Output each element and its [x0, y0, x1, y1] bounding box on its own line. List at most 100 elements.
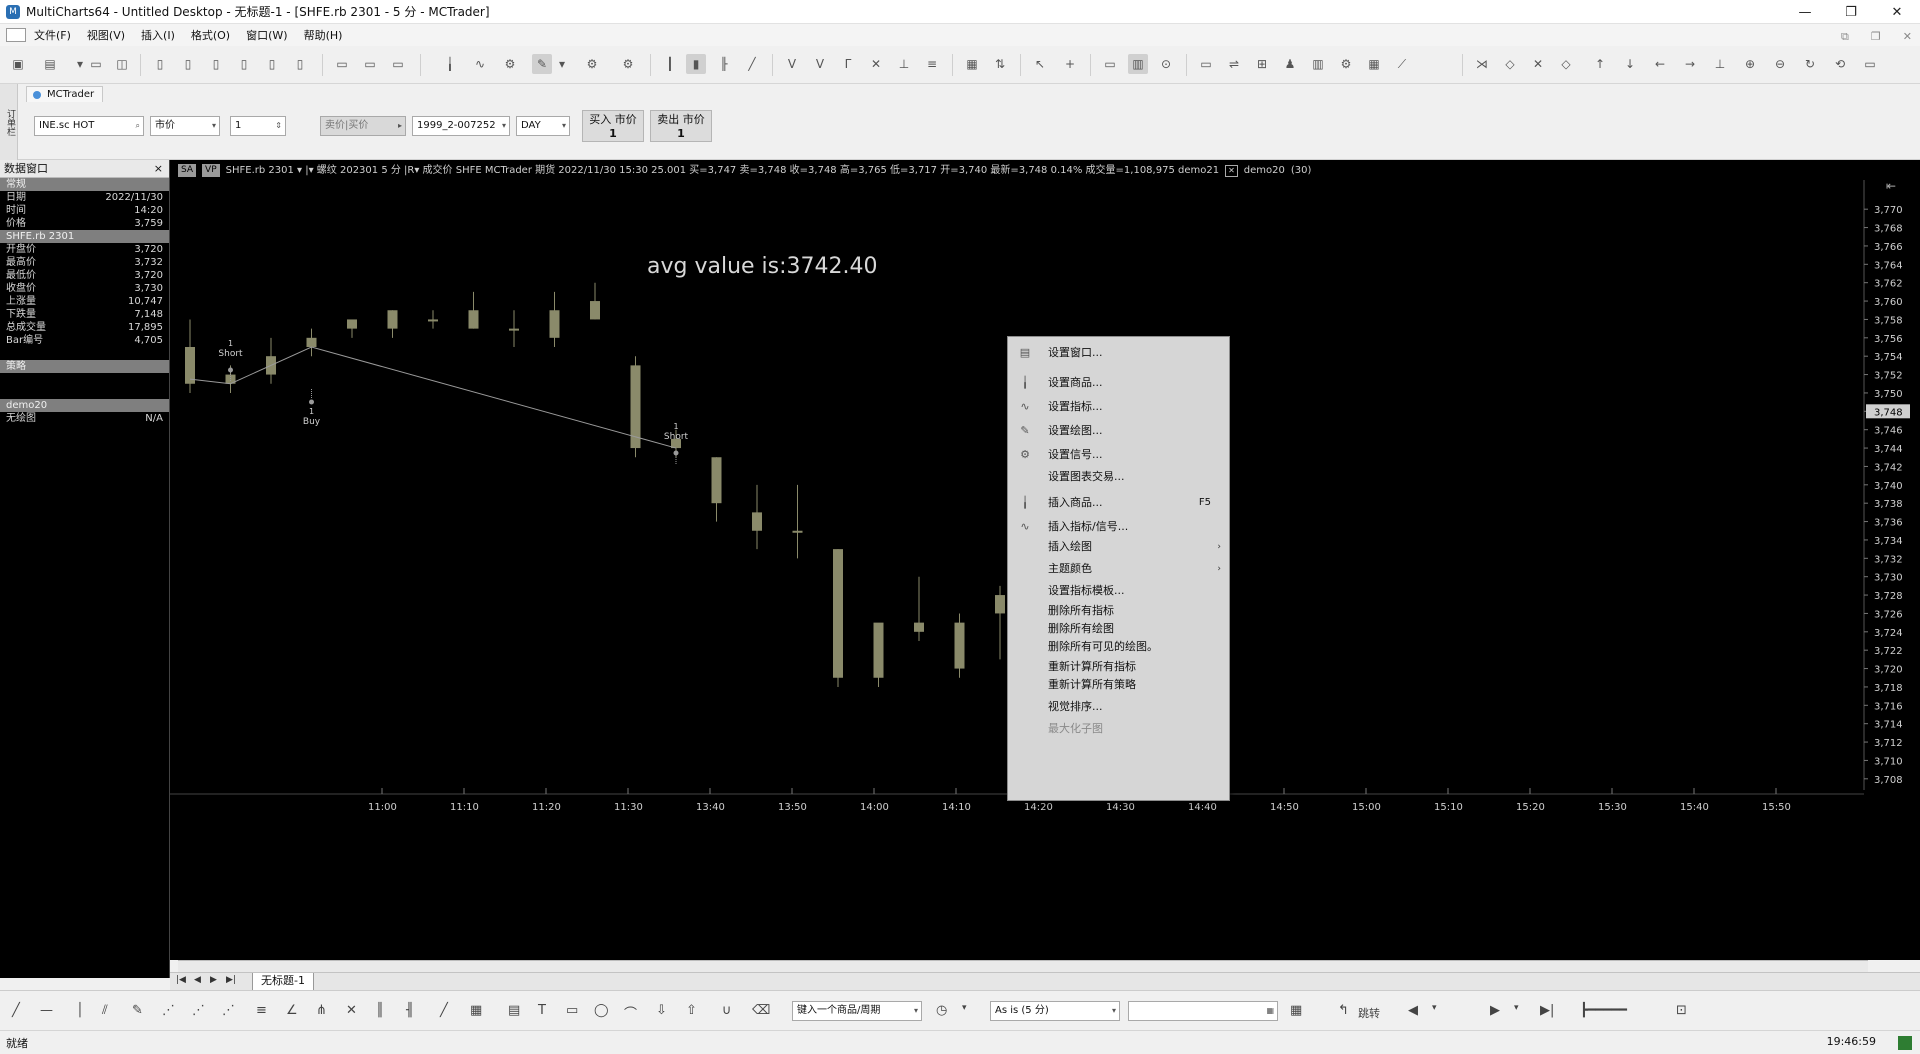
- zoom-in-x-icon[interactable]: ◇: [1500, 54, 1520, 74]
- tool-p-icon[interactable]: ▥: [1308, 54, 1328, 74]
- refresh-icon[interactable]: ↻: [1800, 54, 1820, 74]
- save-icon[interactable]: ▭: [86, 54, 106, 74]
- account-window-icon[interactable]: ▯: [262, 54, 282, 74]
- arrow-left-icon[interactable]: ←: [1650, 54, 1670, 74]
- data-window-section[interactable]: demo20: [0, 399, 169, 412]
- tool-l-icon[interactable]: ▭: [1196, 54, 1216, 74]
- magnet-icon[interactable]: ∪: [722, 1003, 732, 1018]
- tool-d-icon[interactable]: ✕: [866, 54, 886, 74]
- horizontal-line-icon[interactable]: —: [40, 1003, 53, 1018]
- tool-i-icon[interactable]: ▭: [1100, 54, 1120, 74]
- fan2-icon[interactable]: ⋰: [192, 1003, 205, 1018]
- new-workspace-icon[interactable]: ▣: [8, 54, 28, 74]
- format-icon[interactable]: ⚙: [618, 54, 638, 74]
- context-menu-item[interactable]: 插入绘图 ›: [1008, 537, 1229, 557]
- dropdown-icon[interactable]: ▾: [552, 54, 572, 74]
- rectangle-icon[interactable]: ▭: [566, 1003, 578, 1018]
- tool-a-icon[interactable]: V: [782, 54, 802, 74]
- tool-n-icon[interactable]: ⊞: [1252, 54, 1272, 74]
- arrow-down-icon[interactable]: ↓: [1620, 54, 1640, 74]
- symbol-input[interactable]: INE.sc HOT ⌕: [34, 116, 144, 136]
- jump-button[interactable]: 跳转: [1358, 1005, 1380, 1021]
- context-menu-item[interactable]: 删除所有可见的绘图。: [1008, 637, 1229, 657]
- new-window-icon[interactable]: ▤: [40, 54, 60, 74]
- next-sheet-icon[interactable]: ▶: [210, 975, 217, 985]
- zoom-out-icon[interactable]: ⊖: [1770, 54, 1790, 74]
- order-type-select[interactable]: 市价 ▾: [150, 116, 220, 136]
- sell-market-button[interactable]: 卖出 市价 1: [650, 110, 712, 142]
- eraser-icon[interactable]: ⌫: [752, 1003, 770, 1018]
- line-tool-icon[interactable]: ╱: [12, 1003, 20, 1018]
- tool-q-icon[interactable]: ⚙: [1336, 54, 1356, 74]
- first-sheet-icon[interactable]: |◀: [176, 975, 186, 985]
- context-menu-item[interactable]: 重新计算所有策略: [1008, 675, 1229, 695]
- tool-k-icon[interactable]: ⊙: [1156, 54, 1176, 74]
- scroll-left-icon[interactable]: ◀: [1408, 1003, 1418, 1018]
- export-icon[interactable]: ▭: [388, 54, 408, 74]
- tool-w-icon[interactable]: ▭: [1860, 54, 1880, 74]
- table-icon[interactable]: ▦: [1290, 1003, 1302, 1018]
- menu-view[interactable]: 视图(V): [79, 27, 133, 43]
- tool-j-icon[interactable]: ▥: [1128, 54, 1148, 74]
- vertical-line-icon[interactable]: │: [76, 1003, 84, 1018]
- context-menu-item[interactable]: ╽ 设置商品...: [1008, 373, 1229, 393]
- line-chart-icon[interactable]: ╱: [742, 54, 762, 74]
- regression-icon[interactable]: ╱: [440, 1003, 448, 1018]
- candlestick-icon[interactable]: ▮: [686, 54, 706, 74]
- data-window-section[interactable]: 常规: [0, 178, 169, 191]
- text-icon[interactable]: T: [538, 1003, 546, 1018]
- report-window-icon[interactable]: ▯: [290, 54, 310, 74]
- menu-format[interactable]: 格式(O): [183, 27, 238, 43]
- crosshair-icon[interactable]: +: [1060, 54, 1080, 74]
- horizontal-scrollbar[interactable]: [178, 960, 1868, 972]
- tool-v-icon[interactable]: ⊥: [1710, 54, 1730, 74]
- data-window-section[interactable]: SHFE.rb 2301: [0, 230, 169, 243]
- insert-indicator-icon[interactable]: ∿: [470, 54, 490, 74]
- context-menu-item[interactable]: ⚙ 设置信号...: [1008, 445, 1229, 465]
- context-menu-item[interactable]: 设置指标模板...: [1008, 581, 1229, 601]
- arrow-up-icon[interactable]: ↑: [1590, 54, 1610, 74]
- sheet-tab[interactable]: 无标题-1: [252, 973, 314, 991]
- chevron-down-icon[interactable]: ▾: [1514, 1003, 1519, 1013]
- image-icon[interactable]: ▭: [332, 54, 352, 74]
- context-menu-item[interactable]: ▤ 设置窗口...: [1008, 343, 1229, 363]
- vp-badge[interactable]: VP: [202, 164, 220, 177]
- indicator-toggle-icon[interactable]: ✕: [1225, 165, 1238, 177]
- mdi-restore-icon[interactable]: ⧉: [1841, 30, 1849, 44]
- gann-icon[interactable]: ✕: [346, 1003, 357, 1018]
- bid-ask-field[interactable]: 卖价|买价 ▸: [320, 116, 406, 136]
- channel-icon[interactable]: ⫽: [102, 1003, 108, 1018]
- calendar-icon[interactable]: ▦: [1266, 1002, 1274, 1020]
- tool-b-icon[interactable]: V: [810, 54, 830, 74]
- zoom-out-x-icon[interactable]: ⋊: [1472, 54, 1492, 74]
- chart-window-icon[interactable]: ▯: [150, 54, 170, 74]
- mdi-close-icon[interactable]: ✕: [1903, 30, 1912, 44]
- context-menu-item[interactable]: ╽ 插入商品... F5: [1008, 493, 1229, 513]
- restore-icon[interactable]: ❐: [1828, 0, 1874, 24]
- arc-icon[interactable]: ⌒: [624, 1003, 637, 1022]
- context-menu-item[interactable]: ✎ 设置绘图...: [1008, 421, 1229, 441]
- close-workspace-icon[interactable]: ◫: [112, 54, 132, 74]
- context-menu-item[interactable]: ∿ 设置指标...: [1008, 397, 1229, 417]
- arrow-up-icon[interactable]: ⇧: [686, 1003, 697, 1018]
- scanner-window-icon[interactable]: ▯: [178, 54, 198, 74]
- minimize-icon[interactable]: —: [1782, 0, 1828, 24]
- order-window-icon[interactable]: ▯: [234, 54, 254, 74]
- menu-help[interactable]: 帮助(H): [296, 27, 351, 43]
- mdi-system-menu-icon[interactable]: [6, 28, 26, 42]
- data-window-section[interactable]: 策略: [0, 360, 169, 373]
- tool-f-icon[interactable]: ≡: [922, 54, 942, 74]
- chevron-down-icon[interactable]: ▾: [962, 1003, 967, 1013]
- insert-drawing-icon[interactable]: ✎: [532, 54, 552, 74]
- ellipse-icon[interactable]: ◯: [594, 1003, 609, 1018]
- note-icon[interactable]: ▤: [508, 1003, 520, 1018]
- close-icon[interactable]: ×: [154, 160, 163, 178]
- menu-file[interactable]: 文件(F): [26, 27, 79, 43]
- tool-c-icon[interactable]: Γ: [838, 54, 858, 74]
- tick-bar-icon[interactable]: ┃: [660, 54, 680, 74]
- symbol-resolution-input[interactable]: 键入一个商品/周期 ▾: [792, 1001, 922, 1021]
- context-menu-item[interactable]: 视觉排序...: [1008, 697, 1229, 717]
- context-menu-item[interactable]: 删除所有指标: [1008, 601, 1229, 621]
- strategy-icon[interactable]: ⚙: [582, 54, 602, 74]
- tool-m-icon[interactable]: ⇌: [1224, 54, 1244, 74]
